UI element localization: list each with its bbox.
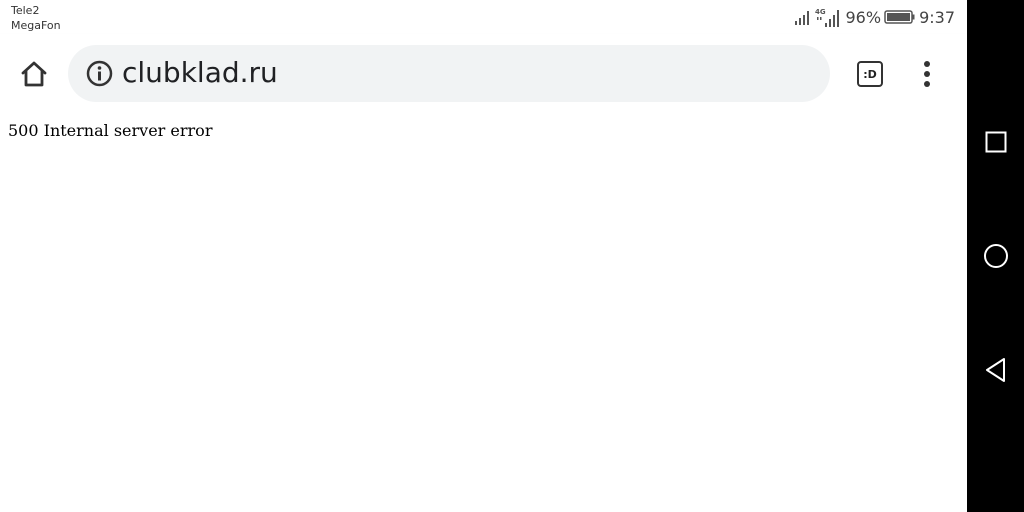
- phone-display: Tele2 MegaFon 4G 96% 9:37 clubklad.ru:D…: [0, 0, 967, 512]
- url-text[interactable]: clubklad.ru: [122, 56, 278, 90]
- device-screen: Tele2 MegaFon 4G 96% 9:37 clubklad.ru:D…: [0, 0, 1024, 512]
- signal-2-icon: 4G: [815, 8, 839, 27]
- home-nav-button[interactable]: [981, 241, 1011, 271]
- tab-switcher-button[interactable]: :D: [855, 59, 885, 89]
- browser-toolbar: clubklad.ru :D: [0, 34, 967, 114]
- page-content: 500 Internal server error: [0, 114, 967, 512]
- home-icon: [21, 61, 47, 87]
- error-message: 500 Internal server error: [8, 121, 213, 140]
- more-vert-icon: [924, 61, 930, 87]
- carrier-1: Tele2: [11, 4, 40, 17]
- carrier-labels: Tele2 MegaFon: [11, 3, 61, 33]
- menu-button[interactable]: [915, 58, 939, 90]
- status-bar: Tele2 MegaFon 4G 96% 9:37: [0, 0, 967, 34]
- navigation-bar: [967, 0, 1024, 512]
- home-button[interactable]: [14, 56, 54, 92]
- address-bar[interactable]: clubklad.ru: [68, 45, 830, 102]
- back-button[interactable]: [981, 355, 1011, 385]
- signal-1-icon: [794, 11, 809, 25]
- battery-icon: [884, 10, 915, 24]
- carrier-2: MegaFon: [11, 19, 61, 32]
- info-icon[interactable]: [86, 60, 113, 87]
- network-type-label: 4G: [815, 8, 826, 16]
- battery-percent: 96%: [845, 7, 882, 27]
- circle-icon: [984, 244, 1008, 268]
- status-indicators: 4G 96% 9:37: [794, 6, 955, 28]
- triangle-back-icon: [986, 358, 1005, 382]
- tab-switcher-label: :D: [863, 67, 877, 81]
- recents-button[interactable]: [981, 127, 1011, 157]
- square-icon: [985, 131, 1007, 153]
- tab-switcher-icon: :D: [857, 61, 883, 87]
- clock: 9:37: [919, 7, 955, 27]
